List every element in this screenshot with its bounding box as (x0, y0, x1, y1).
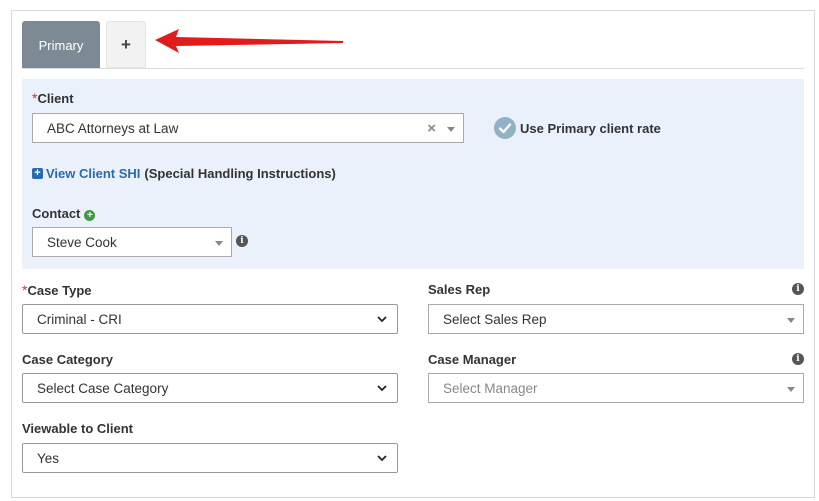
contact-value: Steve Cook (47, 234, 117, 250)
caret-down-icon (787, 318, 795, 323)
check-icon (494, 117, 516, 139)
chevron-down-icon (377, 455, 387, 462)
tab-add-button[interactable]: + (106, 21, 146, 68)
contact-label-text: Contact (32, 206, 81, 221)
tab-divider (22, 68, 804, 69)
caret-down-icon (787, 387, 795, 392)
view-client-shi-link[interactable]: + View Client SHI (Special Handling Inst… (32, 166, 336, 181)
case-type-label-text: Case Type (27, 283, 92, 298)
viewable-select[interactable]: Yes (22, 443, 398, 473)
case-category-label: Case Category (22, 352, 114, 367)
chevron-down-icon (377, 316, 387, 323)
case-manager-select[interactable]: Select Manager (428, 373, 804, 403)
sales-rep-select[interactable]: Select Sales Rep (428, 304, 804, 334)
add-contact-icon[interactable]: + (84, 210, 96, 221)
caret-down-icon (215, 241, 223, 246)
contact-select[interactable]: Steve Cook (32, 227, 232, 257)
chevron-down-icon (377, 385, 387, 392)
tab-primary[interactable]: Primary (22, 21, 100, 69)
tab-primary-label: Primary (38, 37, 84, 53)
plus-icon: + (121, 34, 131, 54)
case-type-select[interactable]: Criminal - CRI (22, 304, 398, 334)
info-icon[interactable]: i (792, 353, 804, 365)
case-manager-value: Select Manager (443, 380, 538, 396)
clear-icon[interactable]: × (427, 120, 436, 137)
client-select[interactable]: ABC Attorneys at Law × (32, 113, 464, 143)
use-primary-rate-toggle[interactable]: Use Primary client rate (494, 117, 661, 139)
case-category-select[interactable]: Select Case Category (22, 373, 398, 403)
red-arrow-annotation (155, 29, 343, 53)
viewable-value: Yes (37, 450, 60, 466)
case-manager-label: Case Manager (428, 352, 517, 367)
case-type-label: *Case Type (22, 282, 92, 298)
sales-rep-label: Sales Rep (428, 282, 491, 297)
viewable-label: Viewable to Client (22, 421, 134, 436)
client-label: *Client (32, 90, 74, 106)
caret-down-icon (447, 127, 455, 132)
info-icon[interactable]: i (792, 283, 804, 295)
client-label-text: Client (37, 91, 74, 106)
sales-rep-value: Select Sales Rep (443, 311, 547, 327)
client-value: ABC Attorneys at Law (47, 120, 179, 136)
case-category-value: Select Case Category (37, 380, 169, 396)
shi-description: (Special Handling Instructions) (144, 166, 336, 181)
info-icon[interactable]: i (236, 235, 248, 247)
contact-label: Contact + (32, 206, 96, 221)
case-type-value: Criminal - CRI (37, 311, 122, 327)
plus-square-icon: + (32, 168, 43, 179)
use-primary-rate-label: Use Primary client rate (520, 120, 661, 136)
shi-link-text: View Client SHI (46, 166, 141, 181)
